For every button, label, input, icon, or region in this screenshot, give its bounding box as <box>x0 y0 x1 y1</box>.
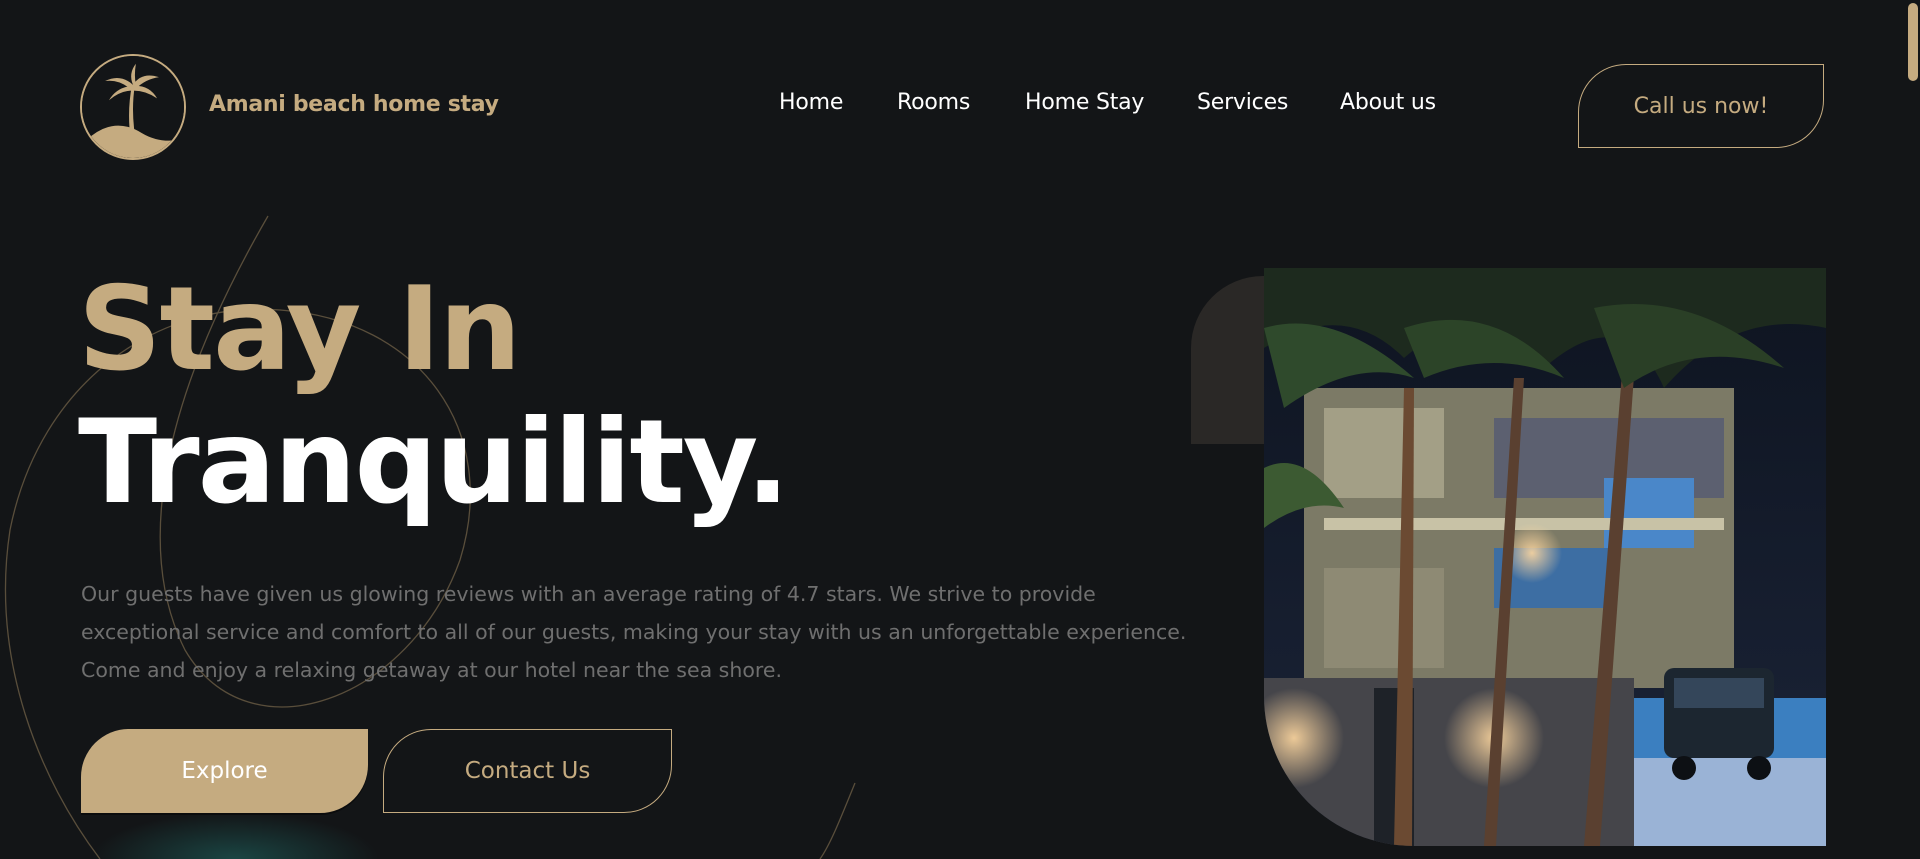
hero-title-line1: Stay In <box>78 262 521 397</box>
logo[interactable] <box>80 54 186 160</box>
hero-title-line2: Tranquility. <box>78 395 790 530</box>
button-glow <box>90 812 380 859</box>
hero-description: Our guests have given us glowing reviews… <box>81 582 1187 682</box>
call-us-button[interactable]: Call us now! <box>1578 64 1824 148</box>
nav-services[interactable]: Services <box>1197 90 1288 115</box>
scrollbar-thumb[interactable] <box>1908 3 1918 81</box>
nav-rooms[interactable]: Rooms <box>897 90 970 115</box>
hero-image <box>1264 268 1826 846</box>
contact-us-button[interactable]: Contact Us <box>383 729 672 813</box>
nav-about-us[interactable]: About us <box>1340 90 1436 115</box>
explore-button[interactable]: Explore <box>81 729 368 813</box>
brand-name[interactable]: Amani beach home stay <box>209 92 499 117</box>
nav-home[interactable]: Home <box>779 90 843 115</box>
nav-home-stay[interactable]: Home Stay <box>1025 90 1144 115</box>
hotel-night-photo <box>1264 268 1826 846</box>
scrollbar[interactable] <box>1906 0 1920 859</box>
palm-tree-icon <box>82 56 184 158</box>
